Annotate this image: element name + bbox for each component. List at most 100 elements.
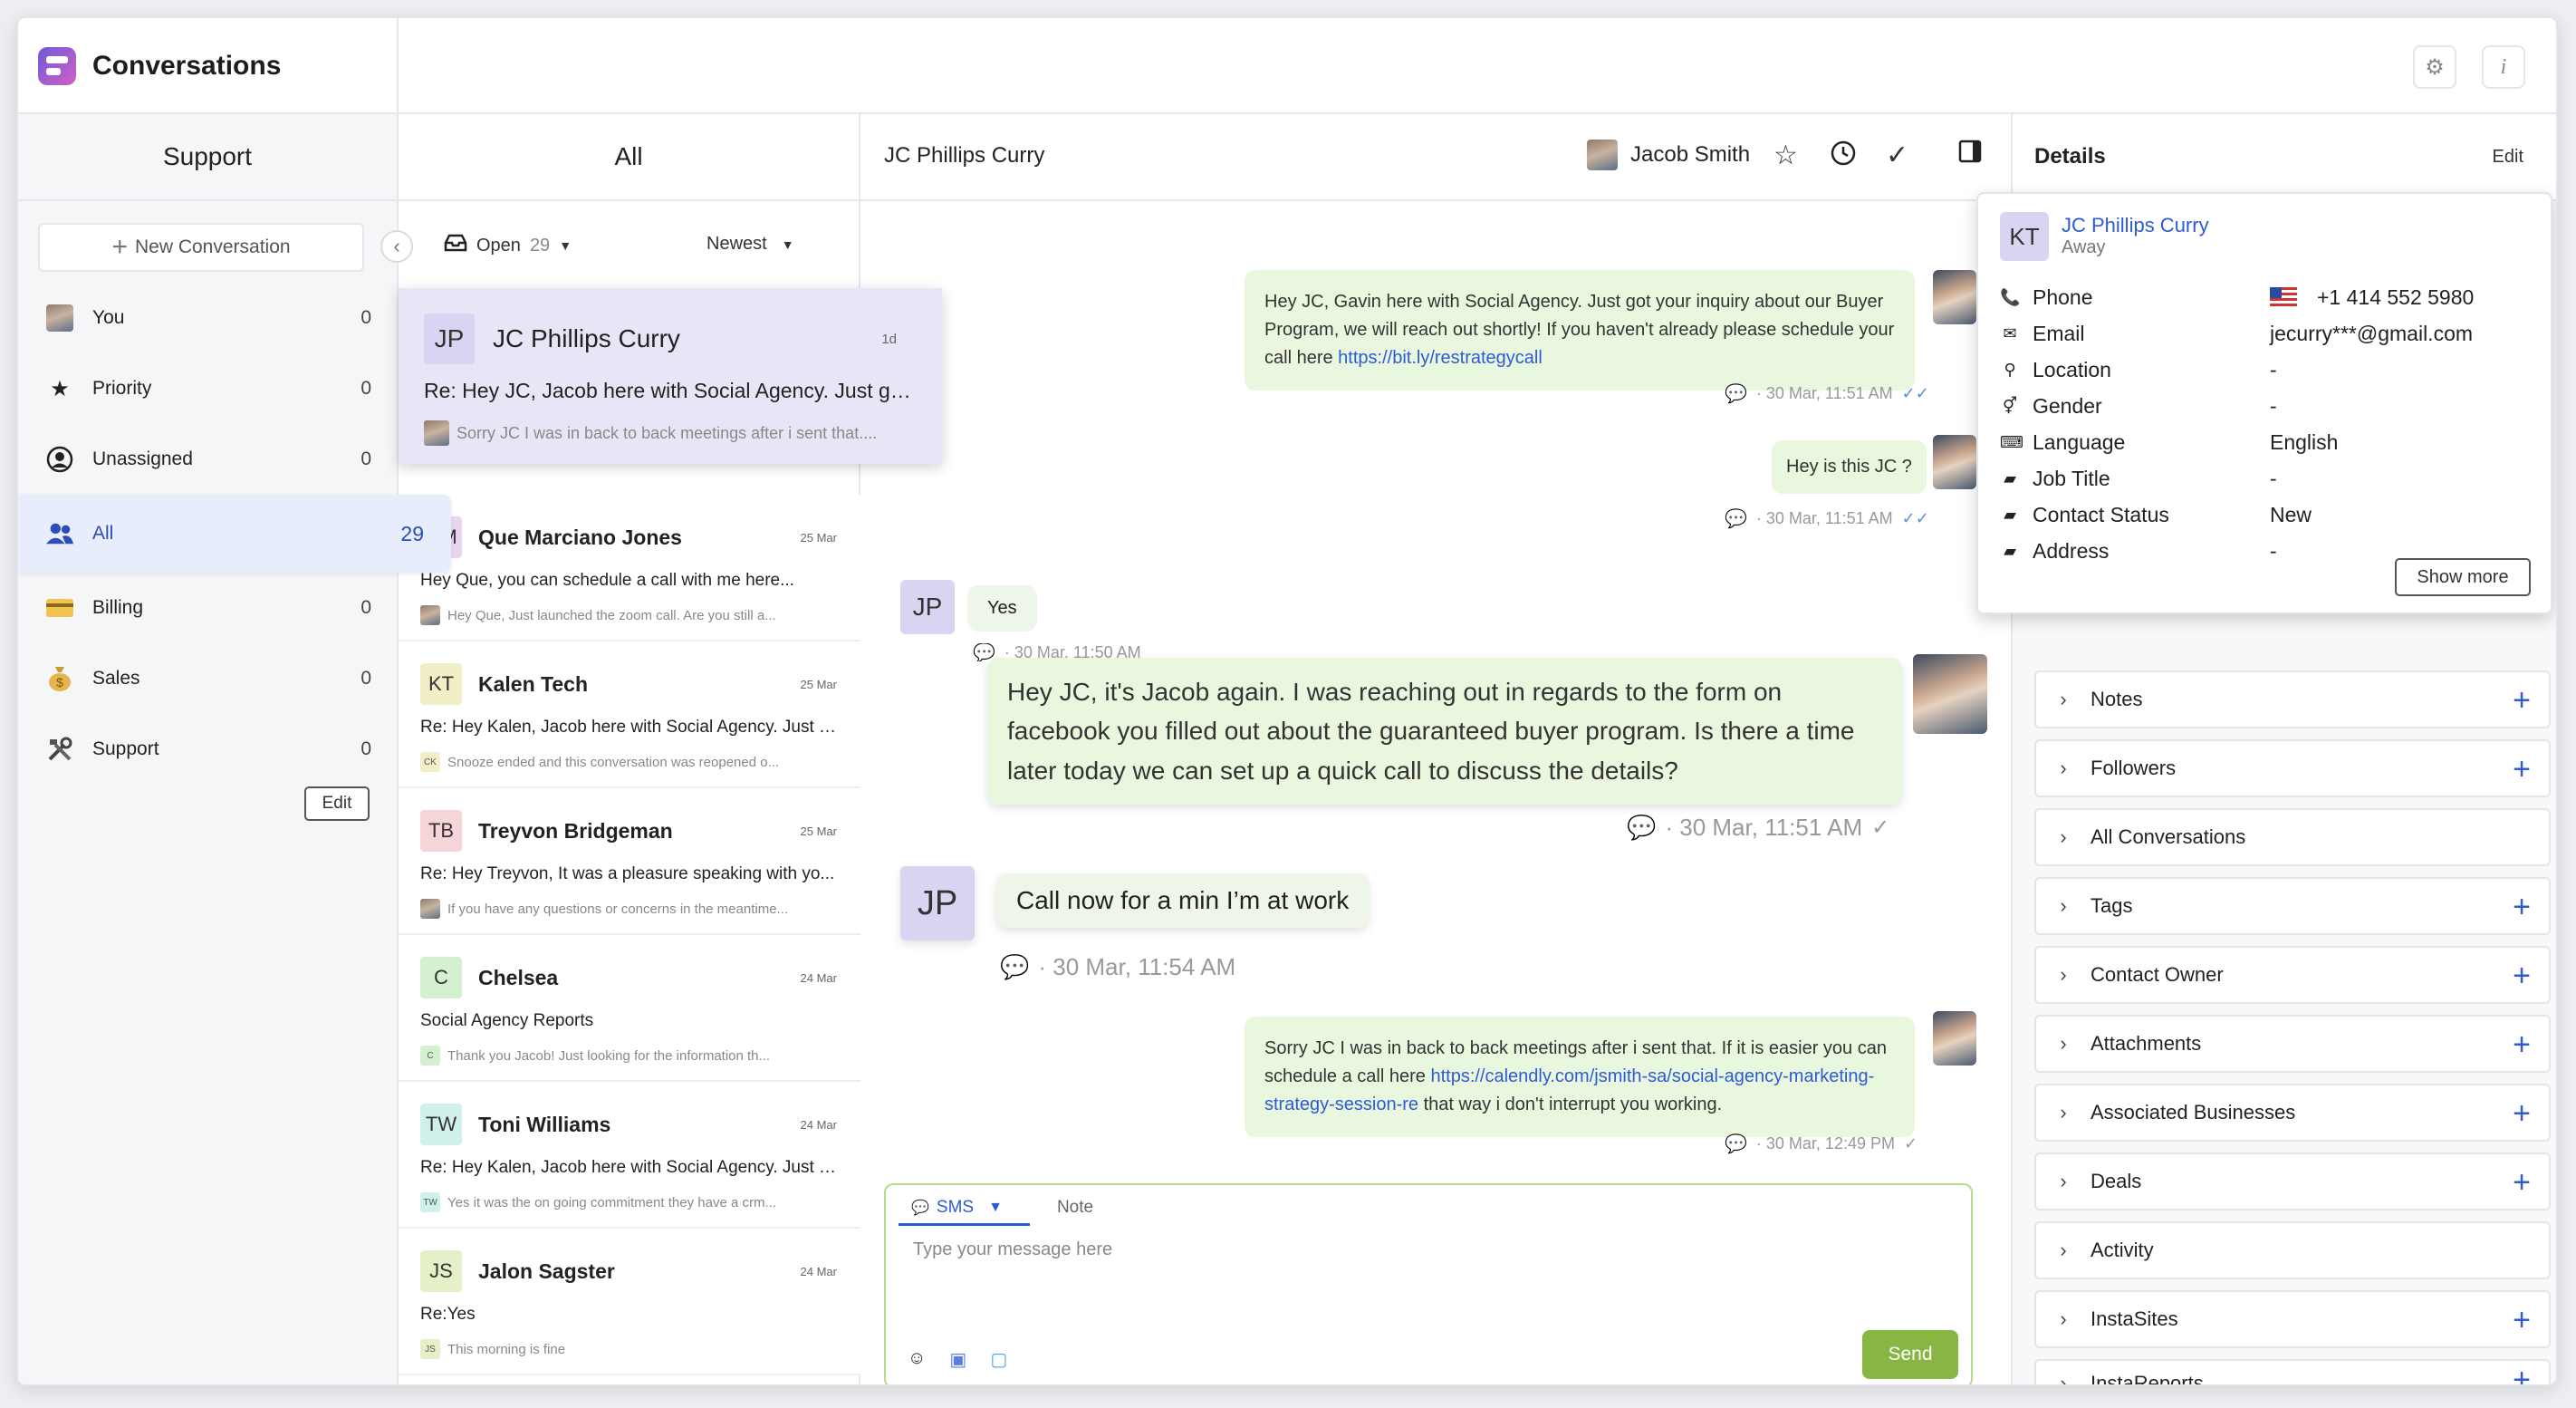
file-attach-icon[interactable]: ▢ xyxy=(990,1348,1007,1371)
tab-note[interactable]: Note xyxy=(1044,1194,1106,1226)
conversation-date: 25 Mar xyxy=(800,531,837,545)
agent-avatar xyxy=(420,899,440,919)
app-title: Conversations xyxy=(92,51,282,81)
add-icon[interactable]: + xyxy=(2513,754,2531,785)
add-icon[interactable]: + xyxy=(2513,1029,2531,1060)
section-associated-businesses[interactable]: › Associated Businesses + xyxy=(2034,1084,2551,1142)
sort-dropdown[interactable]: Newest ▼ xyxy=(706,234,794,255)
image-attach-icon[interactable]: ▣ xyxy=(949,1348,966,1371)
section-followers[interactable]: › Followers + xyxy=(2034,739,2551,797)
add-icon[interactable]: + xyxy=(2513,1098,2531,1129)
agent-avatar xyxy=(1587,140,1618,170)
show-more-button[interactable]: Show more xyxy=(2395,558,2531,596)
info-icon[interactable]: i xyxy=(2482,45,2525,89)
sidebar-item-all[interactable]: All 29 xyxy=(18,495,451,573)
assigned-agent[interactable]: Jacob Smith xyxy=(1587,140,1750,170)
sidebar-item-billing[interactable]: Billing 0 xyxy=(18,573,399,643)
details-edit-button[interactable]: Edit xyxy=(2493,147,2523,168)
chat-header: JC Phillips Curry Jacob Smith ☆ ✓ xyxy=(860,114,2011,201)
sidebar-item-priority[interactable]: ★ Priority 0 xyxy=(18,353,399,424)
app-window: Conversations ⚙ i Support + New Conversa… xyxy=(16,16,2558,1386)
add-icon[interactable]: + xyxy=(2513,685,2531,716)
field-label: Job Title xyxy=(2033,466,2110,490)
agent-avatar xyxy=(1933,1011,1976,1066)
conversation-item[interactable]: QM Que Marciano Jones 25 Mar Hey Que, yo… xyxy=(399,495,860,641)
sidebar-item-sales[interactable]: $ Sales 0 xyxy=(18,643,399,714)
briefcase-icon: ▰ xyxy=(2004,468,2016,487)
message-link[interactable]: https://bit.ly/restrategycall xyxy=(1338,348,1543,368)
collapse-sidebar-chevron-icon[interactable]: ‹ xyxy=(380,230,413,263)
conversation-item[interactable]: C Chelsea 24 Mar Social Agency Reports C… xyxy=(399,935,860,1082)
contact-name-link[interactable]: JC Phillips Curry xyxy=(2062,214,2209,237)
status-filter-dropdown[interactable]: Open 29 ▼ xyxy=(444,234,572,257)
agent-avatar xyxy=(1933,435,1976,489)
star-icon[interactable]: ☆ xyxy=(1773,140,1798,171)
credit-card-icon xyxy=(45,593,74,622)
add-icon[interactable]: + xyxy=(2513,1167,2531,1198)
section-label: Tags xyxy=(2091,894,2133,917)
status-filter-count: 29 xyxy=(529,235,551,256)
emoji-icon[interactable]: ☺ xyxy=(908,1348,926,1371)
section-deals[interactable]: › Deals + xyxy=(2034,1152,2551,1210)
tab-sms[interactable]: 💬 SMS ▼ xyxy=(899,1194,1030,1226)
add-icon[interactable]: + xyxy=(2513,892,2531,922)
sidebar-item-support[interactable]: Support 0 xyxy=(18,714,399,785)
message-timestamp: · 30 Mar, 11:54 AM xyxy=(1038,953,1236,980)
conversation-subject: Hey Que, you can schedule a call with me… xyxy=(420,571,794,590)
conversation-preview: TW Yes it was the on going commitment the… xyxy=(420,1192,837,1212)
field-value[interactable]: jecurry***@gmail.com xyxy=(2270,322,2473,346)
chevron-right-icon: › xyxy=(2060,688,2067,710)
add-icon[interactable]: + xyxy=(2513,1305,2531,1336)
sidebar-item-count: 0 xyxy=(360,378,371,399)
sidebar-item-count: 29 xyxy=(400,521,424,545)
outgoing-message: Hey is this JC ? xyxy=(1772,440,1927,494)
conversation-item[interactable]: TW Toni Williams 24 Mar Re: Hey Kalen, J… xyxy=(399,1082,860,1229)
sidebar-edit-button[interactable]: Edit xyxy=(304,786,370,821)
section-all-conversations[interactable]: › All Conversations xyxy=(2034,808,2551,866)
conversation-item-selected[interactable]: JP JC Phillips Curry 1d Re: Hey JC, Jaco… xyxy=(399,288,942,464)
section-instasites[interactable]: › InstaSites + xyxy=(2034,1290,2551,1348)
sidebar-item-label: Support xyxy=(92,738,159,759)
chevron-right-icon: › xyxy=(2060,1239,2067,1261)
conversation-item[interactable]: JS Jalon Sagster 24 Mar Re:Yes JS This mo… xyxy=(399,1229,860,1375)
add-icon[interactable]: + xyxy=(2513,960,2531,991)
chevron-right-icon: › xyxy=(2060,1101,2067,1124)
sidebar-header: Support xyxy=(18,114,397,201)
sender-avatar: CK xyxy=(420,752,440,772)
sidebar-item-unassigned[interactable]: Unassigned 0 xyxy=(18,424,399,495)
contact-field-contact-status: ▰ Contact Status New xyxy=(2000,497,2534,533)
section-instareports[interactable]: › InstaReports + xyxy=(2034,1359,2551,1384)
svg-text:$: $ xyxy=(56,675,63,690)
message-input[interactable] xyxy=(913,1239,1819,1260)
section-label: Contact Owner xyxy=(2091,963,2224,986)
you-avatar-icon xyxy=(45,304,74,333)
caret-down-icon: ▼ xyxy=(781,236,794,252)
section-notes[interactable]: › Notes + xyxy=(2034,670,2551,728)
field-value[interactable]: +1 414 552 5980 xyxy=(2270,285,2474,310)
list-header: All xyxy=(399,114,859,201)
panel-toggle-icon[interactable] xyxy=(1958,140,1982,170)
composer-toolbar: ☺ ▣ ▢ xyxy=(908,1348,1031,1371)
conversation-item[interactable]: KT Kalen Tech 25 Mar Re: Hey Kalen, Jaco… xyxy=(399,641,860,788)
sidebar-item-you[interactable]: You 0 xyxy=(18,283,399,353)
contact-field-email: ✉ Email jecurry***@gmail.com xyxy=(2000,315,2534,352)
app-title-area: Conversations xyxy=(18,18,399,114)
section-contact-owner[interactable]: › Contact Owner + xyxy=(2034,946,2551,1004)
outgoing-message: Sorry JC I was in back to back meetings … xyxy=(1245,1017,1915,1137)
sms-channel-icon: 💬 xyxy=(1725,384,1747,404)
new-conversation-button[interactable]: + New Conversation xyxy=(38,223,364,272)
message-composer: 💬 SMS ▼ Note ☺ ▣ ▢ Send xyxy=(884,1183,1973,1384)
settings-gear-icon[interactable]: ⚙ xyxy=(2413,45,2456,89)
sidebar-item-count: 0 xyxy=(360,738,371,759)
section-attachments[interactable]: › Attachments + xyxy=(2034,1015,2551,1073)
check-icon[interactable]: ✓ xyxy=(1886,140,1908,171)
conversation-preview: JS This morning is fine xyxy=(420,1339,837,1359)
send-button[interactable]: Send xyxy=(1862,1330,1958,1379)
conversation-item[interactable]: TB Treyvon Bridgeman 25 Mar Re: Hey Trey… xyxy=(399,788,860,935)
add-icon[interactable]: + xyxy=(2513,1365,2531,1384)
new-conversation-label: New Conversation xyxy=(134,236,291,257)
contact-avatar: JP xyxy=(900,866,975,940)
section-tags[interactable]: › Tags + xyxy=(2034,877,2551,935)
clock-icon[interactable] xyxy=(1830,140,1857,174)
section-activity[interactable]: › Activity xyxy=(2034,1221,2551,1279)
